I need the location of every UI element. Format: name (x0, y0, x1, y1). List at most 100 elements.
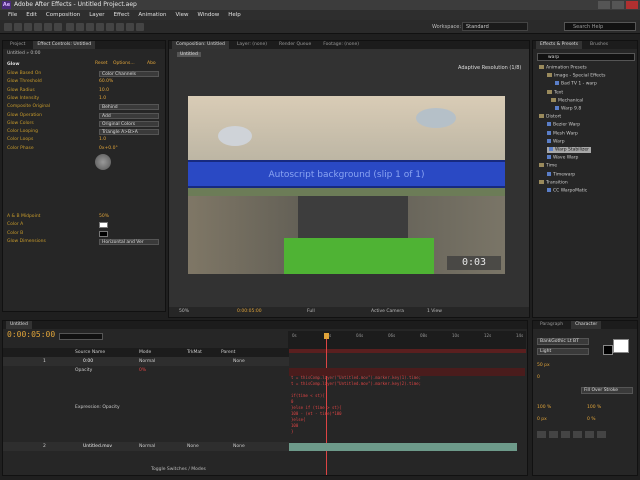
clone-stamp-tool-icon[interactable] (106, 23, 114, 31)
tree-folder[interactable]: Transition (539, 179, 568, 185)
expression-line[interactable]: }else if (time > st){ (291, 405, 342, 410)
effect-property-row[interactable]: Color B (7, 230, 165, 238)
layer-parent-dropdown[interactable]: None (233, 442, 245, 451)
roto-brush-tool-icon[interactable] (126, 23, 134, 31)
small-caps-button[interactable] (573, 431, 582, 438)
layer-trkmat-dropdown[interactable]: None (187, 442, 199, 451)
tree-folder[interactable]: Mechanical (551, 97, 583, 103)
subscript-button[interactable] (597, 431, 606, 438)
effect-property-row[interactable]: Glow Operation Add (7, 112, 165, 120)
effect-property-row[interactable]: Composite Original Behind (7, 103, 165, 111)
font-family-dropdown[interactable]: BankGothic Lt BT (537, 338, 589, 345)
menu-layer[interactable]: Layer (89, 10, 104, 20)
col-trkmat[interactable]: TrkMat (187, 348, 202, 357)
baseline-shift-value[interactable]: 0 px (537, 417, 547, 422)
layer-mode-dropdown[interactable]: Normal (139, 442, 155, 451)
expression-line[interactable]: 100 (291, 423, 298, 428)
tree-effect-item[interactable]: Mesh Warp (547, 130, 578, 136)
brush-tool-icon[interactable] (96, 23, 104, 31)
layer-name[interactable]: Untitled.mov (83, 442, 112, 451)
property-value[interactable]: 1.0 (99, 136, 106, 144)
property-value[interactable]: 10.0 (99, 87, 109, 95)
col-source-name[interactable]: Source Name (75, 348, 105, 357)
effect-property-row[interactable]: Glow Threshold 60.0% (7, 78, 165, 86)
maximize-button[interactable] (612, 1, 624, 9)
eraser-tool-icon[interactable] (116, 23, 124, 31)
all-caps-button[interactable] (561, 431, 570, 438)
horizontal-scale-value[interactable]: 100 % (587, 405, 601, 410)
type-tool-icon[interactable] (86, 23, 94, 31)
tree-effect-item[interactable]: Wave Warp (547, 155, 578, 161)
menu-effect[interactable]: Effect (114, 10, 130, 20)
menu-help[interactable]: Help (228, 10, 241, 20)
tab-paragraph[interactable]: Paragraph (536, 321, 567, 329)
tree-effect-item[interactable]: Bad TV 1 - warp (555, 81, 597, 87)
tree-effect-item[interactable]: Warp 9.8 (555, 106, 581, 112)
expression-line[interactable]: t = thisComp.layer("Untitled.mov").marke… (291, 375, 421, 380)
close-button[interactable] (626, 1, 638, 9)
search-help-input[interactable]: Search Help (564, 22, 636, 31)
pan-behind-tool-icon[interactable] (54, 23, 62, 31)
tab-effect-controls[interactable]: Effect Controls: Untitled (33, 41, 96, 49)
superscript-button[interactable] (585, 431, 594, 438)
opacity-value[interactable]: 0% (139, 366, 146, 375)
property-dropdown[interactable]: Color Channels (99, 71, 159, 77)
about-link[interactable]: Abo (147, 60, 156, 68)
tree-effect-item[interactable]: Warp (547, 138, 565, 144)
tree-effect-item[interactable]: Bezier Warp (547, 122, 580, 128)
tree-effect-item[interactable]: CC WarpoMatic (547, 188, 587, 194)
tree-folder[interactable]: Time (539, 163, 557, 169)
toggle-switches-modes[interactable]: Toggle Switches / Modes (151, 467, 206, 472)
effect-property-row[interactable]: Glow Based On Color Channels (7, 70, 165, 78)
expression-line[interactable]: 100 - (et - time)*100 (291, 411, 342, 416)
tab-render-queue[interactable]: Render Queue (275, 41, 315, 49)
menu-animation[interactable]: Animation (138, 10, 166, 20)
font-style-dropdown[interactable]: Light (537, 348, 589, 355)
effect-property-row[interactable]: Color Phase 0x+0.0° (7, 145, 165, 153)
expression-line[interactable]: }else{ (291, 417, 305, 422)
tsume-value[interactable]: 0 % (587, 417, 596, 422)
layer-name[interactable]: 0:00 (83, 357, 93, 366)
tracking-value[interactable]: 0 (537, 375, 540, 380)
effect-property-row[interactable]: Color Looping Triangle A>B>A (7, 128, 165, 136)
property-dropdown[interactable]: Behind (99, 104, 159, 111)
menu-composition[interactable]: Composition (46, 10, 80, 20)
effect-property-row[interactable]: Glow Radius 10.0 (7, 87, 165, 95)
menu-edit[interactable]: Edit (26, 10, 37, 20)
menu-file[interactable]: File (8, 10, 17, 20)
property-dropdown[interactable]: Horizontal and Ver (99, 238, 159, 245)
camera-dropdown[interactable]: Active Camera (371, 307, 404, 317)
color-phase-dial-icon[interactable] (95, 154, 111, 170)
property-value[interactable]: 1.0 (99, 95, 106, 103)
color-swatch[interactable] (99, 230, 108, 237)
comp-timecode[interactable]: 0:00:05:00 (237, 307, 262, 317)
menu-view[interactable]: View (175, 10, 188, 20)
effects-search-input[interactable]: warp (537, 53, 635, 61)
col-parent[interactable]: Parent (221, 348, 235, 357)
options-link[interactable]: Options... (113, 60, 135, 68)
pen-tool-icon[interactable] (76, 23, 84, 31)
comp-breadcrumb[interactable]: Untitled (177, 52, 201, 57)
tree-folder[interactable]: Animation Presets (539, 65, 587, 71)
effect-property-row[interactable]: Glow Dimensions Horizontal and Ver (7, 238, 165, 246)
tab-footage[interactable]: Footage: (none) (319, 41, 363, 49)
layer-row-1[interactable]: 1 0:00 Normal None (3, 357, 289, 366)
timeline-timecode[interactable]: 0:00:05:00 (7, 330, 55, 339)
faux-bold-button[interactable] (537, 431, 546, 438)
tab-brushes[interactable]: Brushes (586, 41, 612, 49)
effect-property-row[interactable]: A & B Midpoint 50% (7, 213, 165, 221)
tree-effect-item[interactable]: Warp Stabilizer (547, 147, 592, 153)
composition-viewer[interactable]: Autoscript background (slip 1 of 1) 0:03 (188, 96, 505, 274)
tab-character[interactable]: Character (571, 321, 602, 329)
property-dropdown[interactable]: Add (99, 112, 159, 119)
tree-effect-item[interactable]: Timewarp (547, 171, 575, 177)
color-swatch[interactable] (99, 222, 108, 229)
zoom-dropdown[interactable]: 50% (179, 307, 189, 317)
effect-property-row[interactable]: Color A (7, 221, 165, 229)
minimize-button[interactable] (598, 1, 610, 9)
tree-folder[interactable]: Distort (539, 114, 561, 120)
tree-folder[interactable]: Text (547, 89, 563, 95)
selection-tool-icon[interactable] (4, 23, 12, 31)
expression-line[interactable]: 0 (291, 399, 293, 404)
property-value[interactable]: 60.0% (99, 78, 113, 86)
